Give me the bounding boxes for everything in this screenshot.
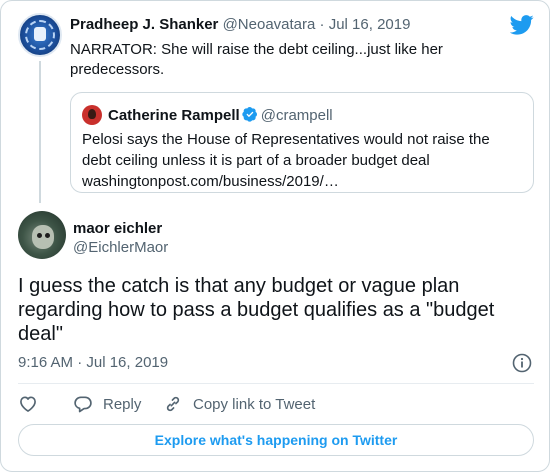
copy-link-label: Copy link to Tweet bbox=[193, 395, 316, 413]
parent-author-avatar[interactable] bbox=[18, 13, 62, 57]
avatar-eye-right bbox=[45, 233, 50, 238]
avatar-face bbox=[32, 225, 54, 249]
quoted-tweet[interactable]: Catherine Rampell @crampell Pelosi says … bbox=[70, 92, 534, 193]
verified-badge-icon bbox=[242, 107, 257, 122]
avatar-eye-left bbox=[37, 233, 42, 238]
quoted-author-name: Catherine Rampell bbox=[108, 107, 240, 124]
parent-tweet-date[interactable]: Jul 16, 2019 bbox=[329, 16, 411, 33]
explore-twitter-button[interactable]: Explore what's happening on Twitter bbox=[18, 424, 534, 456]
parent-tweet-header: Pradheep J. Shanker @Neoavatara · Jul 16… bbox=[70, 16, 410, 33]
copy-link-button[interactable]: Copy link to Tweet bbox=[163, 393, 315, 415]
reply-button[interactable]: Reply bbox=[73, 393, 141, 415]
quoted-tweet-text: Pelosi says the House of Representatives… bbox=[82, 131, 490, 190]
like-button[interactable] bbox=[18, 393, 48, 415]
main-author-name[interactable]: maor eichler bbox=[73, 220, 162, 237]
thread-connector-line bbox=[39, 61, 41, 203]
main-author-avatar[interactable] bbox=[18, 211, 66, 259]
avatar-mark bbox=[34, 27, 46, 41]
main-author-handle[interactable]: @EichlerMaor bbox=[73, 239, 168, 256]
parent-tweet-text: NARRATOR: She will raise the debt ceilin… bbox=[70, 41, 443, 78]
info-icon[interactable] bbox=[512, 353, 532, 373]
heart-icon bbox=[20, 396, 36, 412]
link-icon bbox=[166, 396, 180, 412]
tweet-embed-card: Pradheep J. Shanker @Neoavatara · Jul 16… bbox=[0, 0, 550, 472]
parent-author-handle[interactable]: @Neoavatara bbox=[223, 16, 316, 33]
quoted-author-avatar bbox=[82, 105, 102, 125]
quoted-author-handle: @crampell bbox=[260, 107, 333, 124]
twitter-bird-icon[interactable] bbox=[510, 15, 534, 35]
reply-label: Reply bbox=[103, 395, 142, 413]
divider bbox=[18, 383, 534, 384]
parent-author-name[interactable]: Pradheep J. Shanker bbox=[70, 16, 218, 33]
main-tweet-timestamp[interactable]: 9:16 AM · Jul 16, 2019 bbox=[18, 354, 168, 371]
meta-separator: · bbox=[315, 16, 329, 33]
reply-icon bbox=[74, 396, 92, 413]
main-tweet-text: I guess the catch is that any budget or … bbox=[18, 275, 495, 345]
quoted-tweet-header: Catherine Rampell @crampell bbox=[108, 106, 333, 124]
